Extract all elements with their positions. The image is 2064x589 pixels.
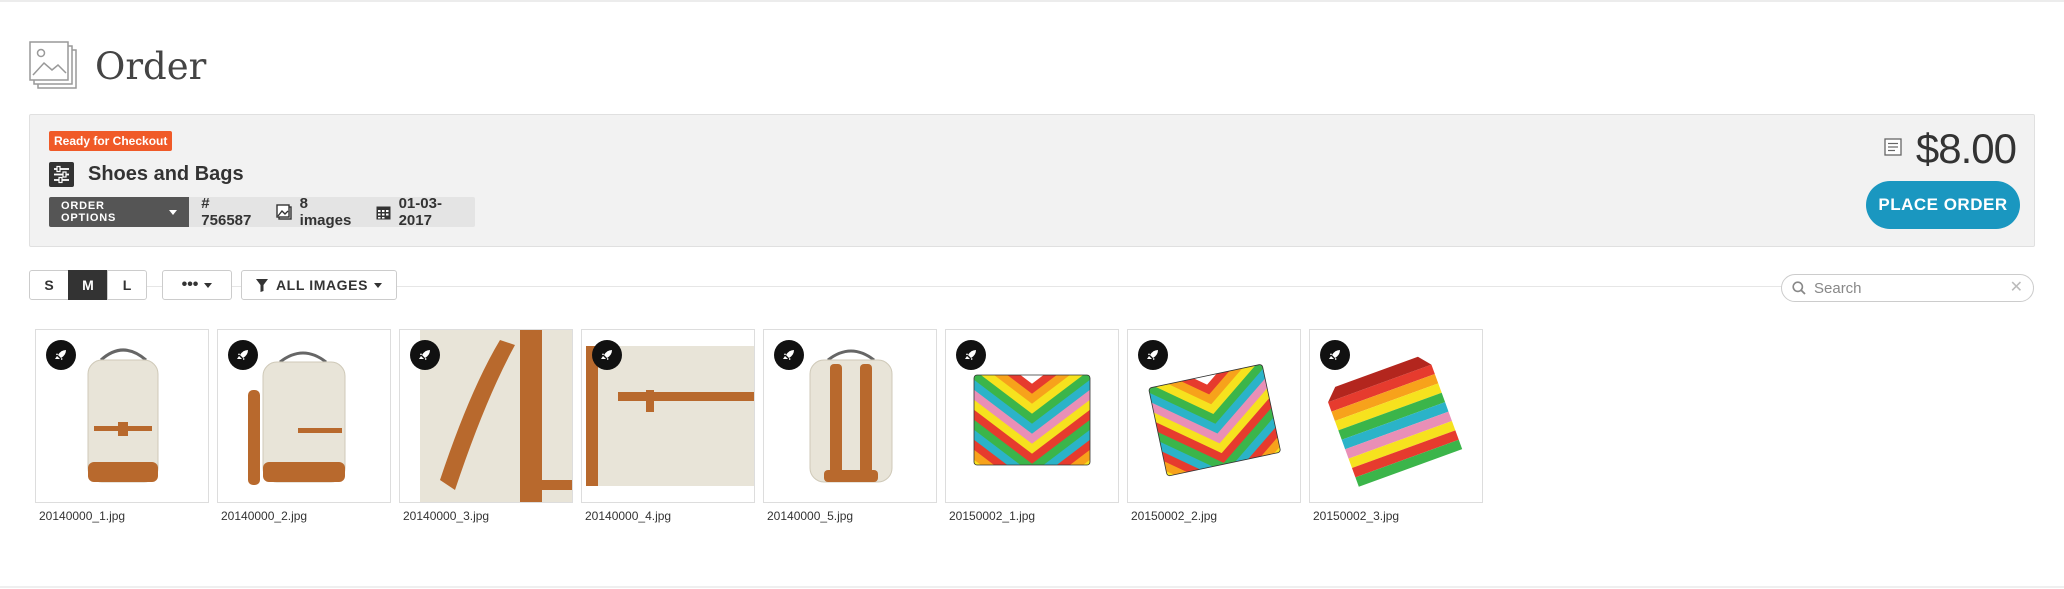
caret-down-icon (374, 282, 383, 288)
image-count-text: 8 images (299, 195, 352, 229)
order-options-label: ORDER OPTIONS (61, 200, 117, 224)
order-meta-bar: ORDER OPTIONS # 756587 8 images 01-03-20… (49, 195, 475, 229)
caret-down-icon (169, 209, 178, 215)
thumbnail-size-toggle: S M L (29, 270, 147, 300)
rocket-icon (1138, 340, 1168, 370)
thumbnail-frame[interactable] (35, 329, 209, 503)
rocket-icon (46, 340, 76, 370)
order-name: Shoes and Bags (88, 163, 244, 185)
order-price: $8.00 (1915, 125, 2017, 172)
size-small-button[interactable]: S (29, 270, 69, 300)
image-thumbnail[interactable]: 20140000_3.jpg (399, 329, 581, 523)
thumbnail-filename: 20140000_2.jpg (221, 509, 308, 523)
price-area: $8.00 (1884, 125, 2017, 173)
rocket-icon (592, 340, 622, 370)
calendar-icon (376, 205, 391, 220)
filter-icon (255, 278, 268, 292)
rocket-icon (1320, 340, 1350, 370)
search-icon (1792, 281, 1806, 295)
thumbnail-filename: 20140000_5.jpg (767, 509, 854, 523)
thumbnail-filename: 20150002_1.jpg (949, 509, 1036, 523)
thumbnail-frame[interactable] (763, 329, 937, 503)
image-thumbnail[interactable]: 20140000_5.jpg (763, 329, 945, 523)
rocket-icon (228, 340, 258, 370)
sliders-icon[interactable] (49, 162, 74, 187)
order-number-text: # 756587 (201, 195, 252, 229)
order-date: 01-03-2017 (376, 195, 475, 229)
status-badge: Ready for Checkout (49, 131, 173, 151)
page-title: Order (95, 44, 207, 88)
order-number: # 756587 (201, 195, 263, 229)
order-options-button[interactable]: ORDER OPTIONS (49, 197, 190, 227)
page-header: Order (29, 40, 206, 92)
thumbnail-filename: 20140000_4.jpg (585, 509, 672, 523)
thumbnail-frame[interactable] (217, 329, 391, 503)
image-thumbnail[interactable]: 20150002_3.jpg (1309, 329, 1491, 523)
image-thumbnail[interactable]: 20140000_1.jpg (35, 329, 217, 523)
order-date-text: 01-03-2017 (398, 195, 442, 229)
place-order-button[interactable]: PLACE ORDER (1866, 181, 2020, 229)
thumbnail-filename: 20150002_3.jpg (1313, 509, 1400, 523)
search-box: ✕ (1781, 274, 2034, 302)
image-thumbnail[interactable]: 20150002_2.jpg (1127, 329, 1309, 523)
image-count: 8 images (275, 195, 364, 229)
image-grid: 20140000_1.jpg 20140000_2.jpg 20140000_3.j… (35, 329, 1491, 523)
thumbnail-frame[interactable] (1309, 329, 1483, 503)
ellipsis-icon: ••• (181, 276, 199, 293)
image-stack-icon (29, 41, 79, 91)
receipt-icon[interactable] (1884, 137, 1902, 161)
order-summary-panel: Ready for Checkout Shoes and Bags ORDER … (29, 114, 2035, 247)
thumbnail-frame[interactable] (1127, 329, 1301, 503)
caret-down-icon (204, 282, 213, 288)
order-name-row: Shoes and Bags (49, 162, 244, 187)
image-filter-label: ALL IMAGES (275, 277, 369, 293)
image-thumbnail[interactable]: 20150002_1.jpg (945, 329, 1127, 523)
thumbnail-filename: 20140000_3.jpg (403, 509, 490, 523)
thumbnail-frame[interactable] (581, 329, 755, 503)
image-thumbnail[interactable]: 20140000_2.jpg (217, 329, 399, 523)
images-icon (275, 204, 292, 220)
top-divider (0, 0, 2064, 2)
size-medium-button[interactable]: M (68, 270, 108, 300)
more-options-button[interactable]: ••• (162, 270, 232, 300)
clear-search-icon[interactable]: ✕ (2010, 280, 2023, 296)
image-thumbnail[interactable]: 20140000_4.jpg (581, 329, 763, 523)
rocket-icon (774, 340, 804, 370)
search-input[interactable] (1812, 278, 2002, 298)
thumbnail-frame[interactable] (399, 329, 573, 503)
rocket-icon (956, 340, 986, 370)
thumbnail-frame[interactable] (945, 329, 1119, 503)
bottom-divider (0, 586, 2064, 588)
thumbnail-filename: 20140000_1.jpg (39, 509, 126, 523)
thumbnail-filename: 20150002_2.jpg (1131, 509, 1218, 523)
image-filter-button[interactable]: ALL IMAGES (241, 270, 397, 300)
rocket-icon (410, 340, 440, 370)
size-large-button[interactable]: L (107, 270, 147, 300)
